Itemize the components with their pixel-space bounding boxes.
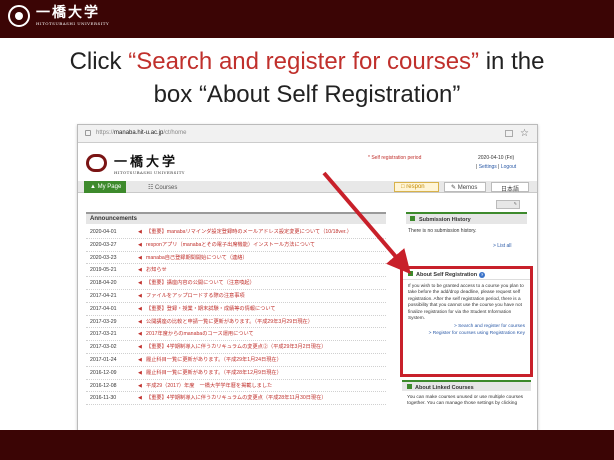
slide-footer-bar — [0, 430, 614, 460]
annotation-arrow — [322, 171, 411, 275]
university-logo: 一橋大学 HITOTSUBASHI UNIVERSITY — [8, 5, 109, 27]
university-name-jp: 一橋大学 — [36, 5, 100, 21]
title-highlight: “Search and register for courses” — [128, 48, 480, 75]
browser-screenshot: https://manaba.hit-u.ac.jp/ct/home ☆ 一橋大… — [77, 124, 538, 442]
university-seal-icon — [8, 5, 30, 27]
slide-header-bar: 一橋大学 HITOTSUBASHI UNIVERSITY — [0, 0, 614, 38]
title-line-2: box “About Self Registration” — [153, 81, 461, 108]
slide-title: Click “Search and register for courses” … — [69, 48, 545, 108]
university-name-en: HITOTSUBASHI UNIVERSITY — [36, 21, 110, 26]
